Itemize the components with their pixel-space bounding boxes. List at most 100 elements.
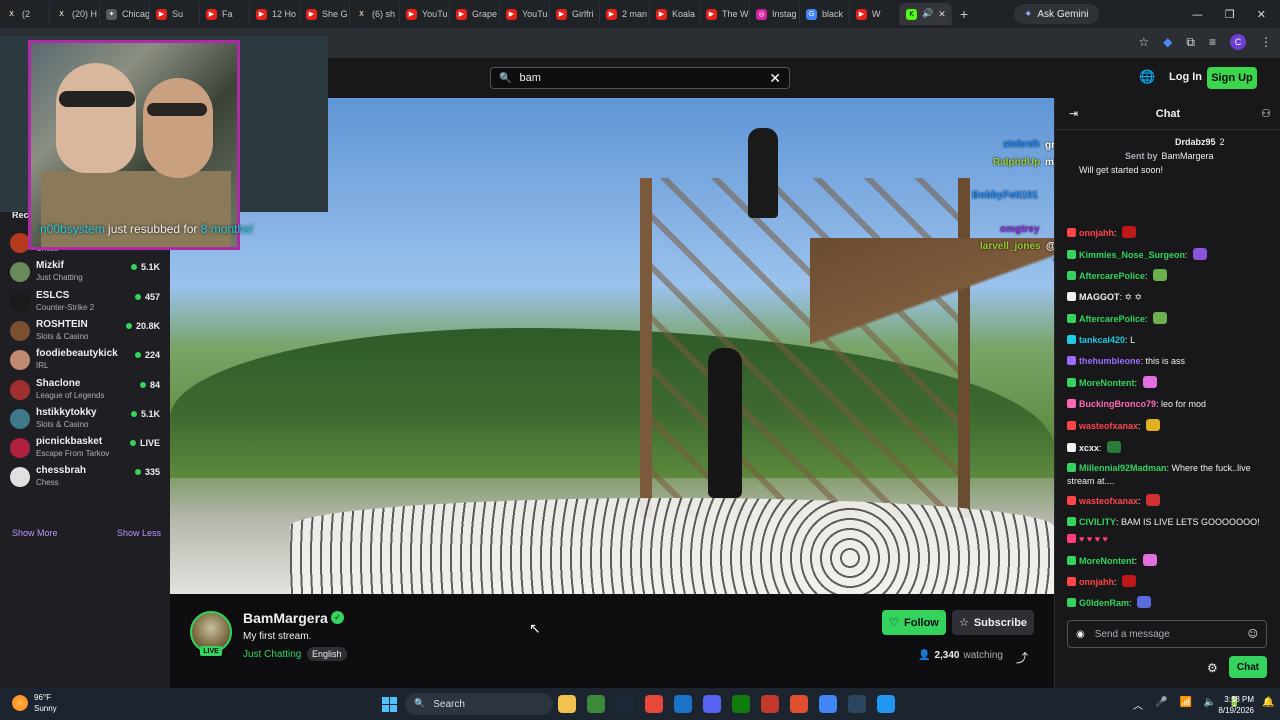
community-icon[interactable]: ⚇ — [1261, 107, 1271, 120]
subscribe-button[interactable]: ☆ Subscribe — [952, 610, 1034, 635]
browser-tab[interactable]: Gblack — [800, 3, 850, 25]
extensions-puzzle-icon[interactable]: ⧉ — [1186, 35, 1195, 50]
tray-icon[interactable]: 🎤 — [1155, 697, 1167, 712]
language-globe-icon[interactable]: 🌐 — [1139, 70, 1155, 85]
taskbar-search[interactable]: 🔍 Search — [405, 693, 553, 715]
chat-username[interactable]: wasteofxanax — [1079, 421, 1138, 431]
discord-taskbar-icon[interactable] — [703, 695, 721, 713]
browser-tab[interactable]: ▶ Grape — [450, 3, 500, 25]
browser-tab[interactable]: ▶ YouTu — [500, 3, 550, 25]
weather-widget[interactable]: 96°F Sunny — [12, 692, 57, 714]
chat-username[interactable]: Kimmies_Nose_Surgeon — [1079, 250, 1185, 260]
follow-button[interactable]: ♡ Follow — [882, 610, 946, 635]
browser-tab[interactable]: ▶ 12 Ho — [250, 3, 300, 25]
chat-username[interactable]: Millennial92Madman — [1079, 463, 1167, 473]
extension-icon[interactable]: ◆ — [1163, 35, 1172, 49]
chat-username[interactable]: onnjahh — [1079, 577, 1114, 587]
tray-icon[interactable]: 📶 — [1179, 697, 1191, 712]
login-button[interactable]: Log In — [1169, 71, 1202, 83]
browser-tab[interactable]: ▶ The W — [700, 3, 750, 25]
chat-username[interactable]: onnjahh — [1079, 228, 1114, 238]
sidebar-channel[interactable]: foodiebeautykick IRL 224 — [10, 347, 162, 375]
browser-tab[interactable]: ▶ W — [850, 3, 900, 25]
notification-icon[interactable]: 🔔 — [1262, 697, 1274, 708]
pip-window[interactable] — [28, 40, 240, 250]
game-app-taskbar-icon[interactable] — [587, 695, 605, 713]
edge-taskbar-icon[interactable] — [674, 695, 692, 713]
chat-username[interactable]: G0ldenRam — [1079, 598, 1129, 608]
chrome-taskbar-icon[interactable] — [645, 695, 663, 713]
browser-tab[interactable]: ✦ Chicag — [100, 3, 150, 25]
close-window-icon[interactable]: ✕ — [1257, 8, 1266, 21]
browser-tab[interactable]: X (2 — [0, 3, 50, 25]
steam2-taskbar-icon[interactable] — [848, 695, 866, 713]
emoji-icon[interactable]: ☺ — [1248, 629, 1258, 640]
sidebar-channel[interactable]: ROSHTEIN Slots & Casino 20.8K — [10, 318, 162, 346]
tab-close-icon[interactable]: ✕ — [938, 9, 946, 20]
pinned-message: Sent by BamMargera — [1125, 150, 1225, 163]
browser-tab[interactable]: ▶ Su — [150, 3, 200, 25]
show-less-link[interactable]: Show Less — [117, 528, 161, 538]
app-star-taskbar-icon[interactable] — [790, 695, 808, 713]
reading-list-icon[interactable]: ≡ — [1209, 35, 1216, 49]
browser-tab[interactable]: X (20) H — [50, 3, 100, 25]
browser-tab-active[interactable]: K 🔊 ✕ — [900, 3, 952, 25]
taskbar-search-icon: 🔍 — [414, 699, 426, 709]
sidebar-channel[interactable]: hstikkytokky Slots & Casino 5.1K — [10, 406, 162, 434]
chat-send-button[interactable]: Chat — [1229, 656, 1267, 678]
chat-username[interactable]: xcxx — [1079, 443, 1099, 453]
chat-username[interactable]: AftercarePolice — [1079, 314, 1145, 324]
tab-audio-icon[interactable]: 🔊 — [922, 9, 933, 19]
sidebar-channel[interactable]: picnickbasket Escape From Tarkov LIVE — [10, 435, 162, 463]
browser-tab[interactable]: X (6) sh — [350, 3, 400, 25]
chat-username[interactable]: BuckingBronco79 — [1079, 399, 1156, 409]
sidebar-channel[interactable]: chessbrah Chess 335 — [10, 464, 162, 492]
new-tab-icon[interactable]: + — [960, 6, 974, 22]
signup-button[interactable]: Sign Up — [1207, 67, 1257, 89]
search-input[interactable]: 🔍 bam ✕ — [490, 67, 790, 89]
chat-username[interactable]: CIVILITY — [1079, 517, 1116, 527]
taskbar-clock[interactable]: 3:18 PM 8/19/2026 — [1214, 694, 1254, 716]
chat-message-input[interactable]: ◉ Send a message ☺ — [1067, 620, 1267, 648]
tray-icon[interactable]: ︿ — [1133, 697, 1143, 712]
file-explorer-taskbar-icon[interactable] — [558, 695, 576, 713]
browser-tab[interactable]: ▶ YouTu — [400, 3, 450, 25]
chat-username[interactable]: MoreNontent — [1079, 556, 1135, 566]
sidebar-channel[interactable]: Mizkif Just Chatting 5.1K — [10, 259, 162, 287]
language-tag[interactable]: English — [307, 647, 347, 661]
category-link[interactable]: Just Chatting — [243, 649, 301, 660]
clear-search-icon[interactable]: ✕ — [769, 70, 781, 87]
chat-message: AftercarePolice: — [1067, 269, 1273, 283]
share-icon[interactable]: ⤴ — [1016, 649, 1028, 666]
sidebar-channel[interactable]: ESLCS Counter-Strike 2 457 — [10, 289, 162, 317]
app-red-taskbar-icon[interactable] — [761, 695, 779, 713]
profile-avatar[interactable]: C — [1230, 34, 1246, 50]
sidebar-channel[interactable]: Shaclone League of Legends 84 — [10, 377, 162, 405]
restore-window-icon[interactable]: ❐ — [1225, 8, 1235, 21]
chat-username[interactable]: tankcal420 — [1079, 335, 1125, 345]
windows-start-icon[interactable] — [382, 697, 397, 712]
chrome-active-taskbar-icon[interactable] — [819, 695, 837, 713]
steam-taskbar-icon[interactable] — [616, 695, 634, 713]
xbox-taskbar-icon[interactable] — [732, 695, 750, 713]
bookmark-star-icon[interactable]: ☆ — [1138, 35, 1149, 49]
browser-tab[interactable]: ◎ Instag — [750, 3, 800, 25]
browser-tab[interactable]: ▶ Girlfri — [550, 3, 600, 25]
browser-tab[interactable]: ▶ Fa — [200, 3, 250, 25]
browser-tab[interactable]: ▶ She G — [300, 3, 350, 25]
chat-username[interactable]: MoreNontent — [1079, 378, 1135, 388]
chat-username[interactable]: wasteofxanax — [1079, 496, 1138, 506]
show-more-link[interactable]: Show More — [12, 528, 58, 538]
chat-username[interactable]: MAGGOT — [1079, 292, 1120, 302]
pinned-text: BamMargera — [1161, 151, 1214, 161]
chat-username[interactable]: AftercarePolice — [1079, 271, 1145, 281]
browser-tab[interactable]: ▶ 2 man — [600, 3, 650, 25]
chat-settings-icon[interactable]: ⚙ — [1207, 661, 1218, 675]
chat-username[interactable]: thehumbleone — [1079, 356, 1141, 366]
channel-name[interactable]: BamMargera — [243, 610, 328, 626]
minimize-window-icon[interactable]: — — [1192, 8, 1203, 21]
ask-gemini-button[interactable]: ✦ Ask Gemini — [1014, 4, 1099, 24]
browser-menu-icon[interactable]: ⋮ — [1260, 35, 1272, 49]
browser-tab[interactable]: ▶ Koala — [650, 3, 700, 25]
app-blue-taskbar-icon[interactable] — [877, 695, 895, 713]
